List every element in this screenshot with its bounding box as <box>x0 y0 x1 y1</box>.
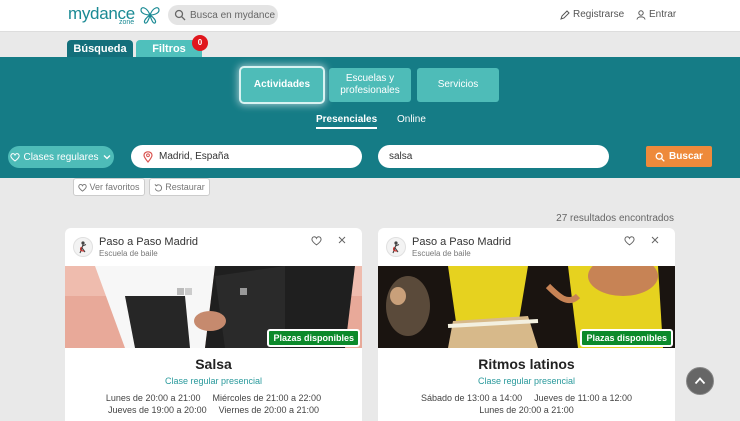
card-school-type: Escuela de baile <box>412 249 471 258</box>
mode-presenciales-tab[interactable]: Presenciales <box>316 114 378 129</box>
category-actividades-button[interactable]: Actividades <box>241 68 323 102</box>
card-activity-title[interactable]: Salsa <box>65 356 362 372</box>
mydance-logo[interactable]: mydance zone <box>68 4 163 28</box>
schedule-slot: Lunes de 20:00 a 21:00 <box>479 405 574 415</box>
search-panel: Actividades Escuelas y profesionales Ser… <box>0 57 740 178</box>
dancer-logo-icon <box>79 241 87 254</box>
schedule-slot: Viernes de 20:00 a 21:00 <box>218 405 319 415</box>
dancer-logo-icon <box>392 241 400 254</box>
search-button[interactable]: Buscar <box>646 146 712 167</box>
schedule-row: Lunes de 20:00 a 21:00 <box>378 405 675 415</box>
category-servicios-button[interactable]: Servicios <box>417 68 499 102</box>
card-activity-title[interactable]: Ritmos latinos <box>378 356 675 372</box>
card-activity-subtitle: Clase regular presencial <box>164 376 263 386</box>
filters-count-badge: 0 <box>192 35 208 51</box>
close-icon[interactable] <box>337 235 347 245</box>
login-link[interactable]: Entrar <box>636 9 676 20</box>
view-favorites-label: Ver favoritos <box>89 182 140 192</box>
schedule-slot: Sábado de 13:00 a 14:00 <box>420 393 523 403</box>
chevron-down-icon <box>103 155 110 160</box>
user-icon <box>636 9 646 20</box>
undo-icon <box>154 183 163 192</box>
close-icon[interactable] <box>650 235 660 245</box>
school-avatar <box>386 237 406 257</box>
register-link[interactable]: Registrarse <box>560 9 624 20</box>
query-value: salsa <box>389 151 413 162</box>
location-value: Madrid, España <box>159 151 230 162</box>
reset-label: Restaurar <box>165 182 205 192</box>
top-header: mydance zone Registrarse Entrar <box>0 0 740 32</box>
register-label: Registrarse <box>573 9 625 20</box>
scroll-to-top-button[interactable] <box>686 367 714 395</box>
heart-icon <box>78 183 88 192</box>
card-school-name[interactable]: Paso a Paso Madrid <box>99 236 198 248</box>
favorite-heart-icon[interactable] <box>311 235 322 246</box>
view-favorites-button[interactable]: Ver favoritos <box>73 178 145 196</box>
schedule-slot: Miércoles de 21:00 a 22:00 <box>212 393 322 403</box>
card-activity-subtitle: Clase regular presencial <box>477 376 576 386</box>
school-avatar <box>73 237 93 257</box>
site-search-input[interactable] <box>190 9 276 21</box>
search-icon <box>655 152 665 162</box>
schedule-slot: Lunes de 20:00 a 21:00 <box>105 393 201 403</box>
schedule-row: Jueves de 19:00 a 20:00 Viernes de 20:00… <box>65 405 362 415</box>
schedule-row: Lunes de 20:00 a 21:00 Miércoles de 21:0… <box>65 393 362 403</box>
search-icon <box>174 9 186 21</box>
location-pin-icon <box>143 150 153 163</box>
result-card[interactable]: Paso a Paso Madrid Escuela de baile Plaz… <box>65 228 362 421</box>
class-type-dropdown[interactable]: Clases regulares <box>8 146 114 168</box>
mode-online-tab[interactable]: Online <box>397 114 426 125</box>
availability-badge: Plazas disponibles <box>267 329 360 347</box>
query-input[interactable]: salsa <box>378 145 609 168</box>
category-escuelas-button[interactable]: Escuelas y profesionales <box>329 68 411 102</box>
login-label: Entrar <box>649 9 677 20</box>
card-school-name[interactable]: Paso a Paso Madrid <box>412 236 511 248</box>
heart-icon <box>10 153 21 162</box>
tab-busqueda[interactable]: Búsqueda <box>67 40 133 58</box>
favorite-heart-icon[interactable] <box>624 235 635 246</box>
schedule-slot: Jueves de 19:00 a 20:00 <box>108 405 207 415</box>
site-search-box[interactable] <box>168 5 278 25</box>
logo-subtext: zone <box>119 19 135 26</box>
schedule-row: Sábado de 13:00 a 14:00 Jueves de 11:00 … <box>378 393 675 403</box>
pencil-icon <box>560 9 570 20</box>
butterfly-icon <box>140 7 160 24</box>
class-type-label: Clases regulares <box>23 151 99 163</box>
card-school-type: Escuela de baile <box>99 249 158 258</box>
search-button-label: Buscar <box>669 151 703 162</box>
reset-button[interactable]: Restaurar <box>149 178 210 196</box>
result-card[interactable]: Paso a Paso Madrid Escuela de baile Plaz… <box>378 228 675 421</box>
availability-badge: Plazas disponibles <box>580 329 673 347</box>
results-count: 27 resultados encontrados <box>556 213 674 224</box>
schedule-slot: Jueves de 11:00 a 12:00 <box>534 393 632 403</box>
location-input[interactable]: Madrid, España <box>131 145 362 168</box>
chevron-up-icon <box>694 377 706 385</box>
